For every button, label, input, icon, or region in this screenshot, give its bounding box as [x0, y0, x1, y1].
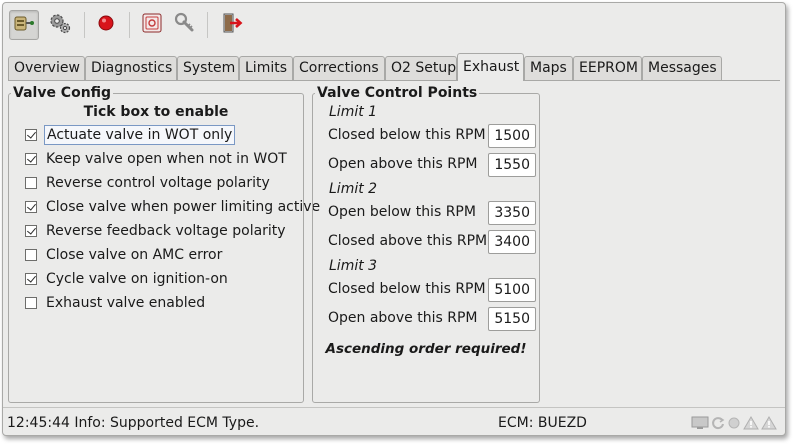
- valve-option-row[interactable]: Cycle valve on ignition-on: [25, 268, 230, 290]
- tools-button[interactable]: [169, 10, 199, 40]
- toolbar: [3, 3, 785, 47]
- tab-eeprom[interactable]: EEPROM: [573, 56, 642, 81]
- limit-3-closed-label: Closed below this RPM: [328, 281, 486, 297]
- valve-option-checkbox[interactable]: [25, 177, 37, 189]
- valve-option-label[interactable]: Exhaust valve enabled: [44, 294, 207, 312]
- circle-icon: [727, 416, 741, 434]
- valve-option-row[interactable]: Close valve on AMC error: [25, 244, 224, 266]
- ecu-button[interactable]: [137, 10, 167, 40]
- valve-option-checkbox[interactable]: [25, 273, 37, 285]
- valve-option-label[interactable]: Reverse feedback voltage polarity: [44, 222, 288, 240]
- valve-option-label[interactable]: Cycle valve on ignition-on: [44, 270, 230, 288]
- limit-3-closed-row: Closed below this RPM 5100: [328, 278, 536, 302]
- valve-option-checkbox[interactable]: [25, 201, 37, 213]
- limit-3-closed-rpm-input[interactable]: 5100: [488, 278, 536, 302]
- tab-overview[interactable]: Overview: [8, 56, 85, 81]
- tab-limits[interactable]: Limits: [239, 56, 293, 81]
- tick-box-hint: Tick box to enable: [83, 104, 229, 120]
- limit-2-closed-row: Closed above this RPM 3400: [328, 230, 536, 254]
- tab-messages[interactable]: Messages: [642, 56, 722, 81]
- limit-2-open-label: Open below this RPM: [328, 204, 476, 220]
- limit-1-open-label: Open above this RPM: [328, 156, 478, 172]
- app-window: Overview Diagnostics System Limits Corre…: [2, 2, 786, 436]
- valve-control-points-title: Valve Control Points: [315, 85, 480, 101]
- limit-1-closed-row: Closed below this RPM 1500: [328, 124, 536, 148]
- valve-option-checkbox[interactable]: [25, 225, 37, 237]
- tab-exhaust[interactable]: Exhaust: [457, 53, 524, 81]
- settings-button[interactable]: [45, 10, 75, 40]
- limit-3-open-row: Open above this RPM 5150: [328, 307, 536, 331]
- limit-2-closed-label: Closed above this RPM: [328, 233, 488, 249]
- toolbar-separator: [84, 12, 85, 38]
- ecu-module-icon: [141, 12, 163, 38]
- valve-option-label[interactable]: Close valve when power limiting active: [44, 198, 322, 216]
- valve-option-row[interactable]: Close valve when power limiting active: [25, 196, 322, 218]
- valve-option-checkbox[interactable]: [25, 297, 37, 309]
- tab-o2-setup[interactable]: O2 Setup: [385, 56, 457, 81]
- wrench-key-icon: [173, 12, 195, 38]
- tab-system[interactable]: System: [177, 56, 239, 81]
- valve-control-points-group: Valve Control Points Limit 1 Closed belo…: [312, 85, 540, 403]
- tab-diagnostics[interactable]: Diagnostics: [85, 56, 177, 81]
- limit-1-open-row: Open above this RPM 1550: [328, 153, 536, 177]
- tab-maps[interactable]: Maps: [524, 56, 573, 81]
- valve-option-label[interactable]: Reverse control voltage polarity: [44, 174, 272, 192]
- valve-option-checkbox[interactable]: [25, 129, 37, 141]
- valve-config-title: Valve Config: [11, 85, 114, 101]
- toolbar-separator: [129, 12, 130, 38]
- limit-1-closed-label: Closed below this RPM: [328, 127, 486, 143]
- ecu-connect-icon: [13, 12, 35, 38]
- ecm-type-label: ECM: BUEZD: [498, 415, 587, 431]
- valve-option-label[interactable]: Keep valve open when not in WOT: [44, 150, 289, 168]
- exit-door-icon: [221, 12, 243, 38]
- ascending-order-note: Ascending order required!: [325, 341, 527, 357]
- screen-icon: [691, 416, 709, 434]
- valve-option-label[interactable]: Close valve on AMC error: [44, 246, 224, 264]
- alert-icon: [761, 416, 777, 434]
- tab-corrections[interactable]: Corrections: [293, 56, 385, 81]
- warning-icon: [743, 416, 759, 434]
- refresh-icon: [711, 416, 725, 434]
- limit-2-header: Limit 2: [329, 181, 378, 197]
- red-record-icon: [97, 14, 115, 36]
- valve-option-row[interactable]: Reverse control voltage polarity: [25, 172, 272, 194]
- valve-option-row[interactable]: Keep valve open when not in WOT: [25, 148, 289, 170]
- limit-2-open-row: Open below this RPM 3350: [328, 201, 536, 225]
- limit-1-closed-rpm-input[interactable]: 1500: [488, 124, 536, 148]
- limit-3-open-label: Open above this RPM: [328, 310, 478, 326]
- limit-2-closed-rpm-input[interactable]: 3400: [488, 230, 536, 254]
- exhaust-tab-panel: Valve Config Tick box to enable Actuate …: [8, 80, 780, 406]
- valve-option-checkbox[interactable]: [25, 249, 37, 261]
- toolbar-separator: [207, 12, 208, 38]
- limit-3-open-rpm-input[interactable]: 5150: [488, 307, 536, 331]
- status-bar: 12:45:44 Info: Supported ECM Type. ECM: …: [3, 407, 785, 435]
- limit-2-open-rpm-input[interactable]: 3350: [488, 201, 536, 225]
- status-message: 12:45:44 Info: Supported ECM Type.: [7, 415, 260, 431]
- limit-1-open-rpm-input[interactable]: 1550: [488, 153, 536, 177]
- valve-option-row[interactable]: Reverse feedback voltage polarity: [25, 220, 288, 242]
- exit-button[interactable]: [217, 10, 247, 40]
- stop-button[interactable]: [91, 10, 121, 40]
- valve-option-row[interactable]: Exhaust valve enabled: [25, 292, 207, 314]
- limit-1-header: Limit 1: [329, 104, 378, 120]
- valve-option-row[interactable]: Actuate valve in WOT only: [25, 124, 236, 146]
- valve-config-group: Valve Config Tick box to enable Actuate …: [8, 85, 320, 403]
- connect-button[interactable]: [9, 10, 39, 40]
- valve-option-label[interactable]: Actuate valve in WOT only: [44, 125, 236, 145]
- gears-icon: [48, 11, 72, 39]
- valve-option-checkbox[interactable]: [25, 153, 37, 165]
- limit-3-header: Limit 3: [329, 258, 378, 274]
